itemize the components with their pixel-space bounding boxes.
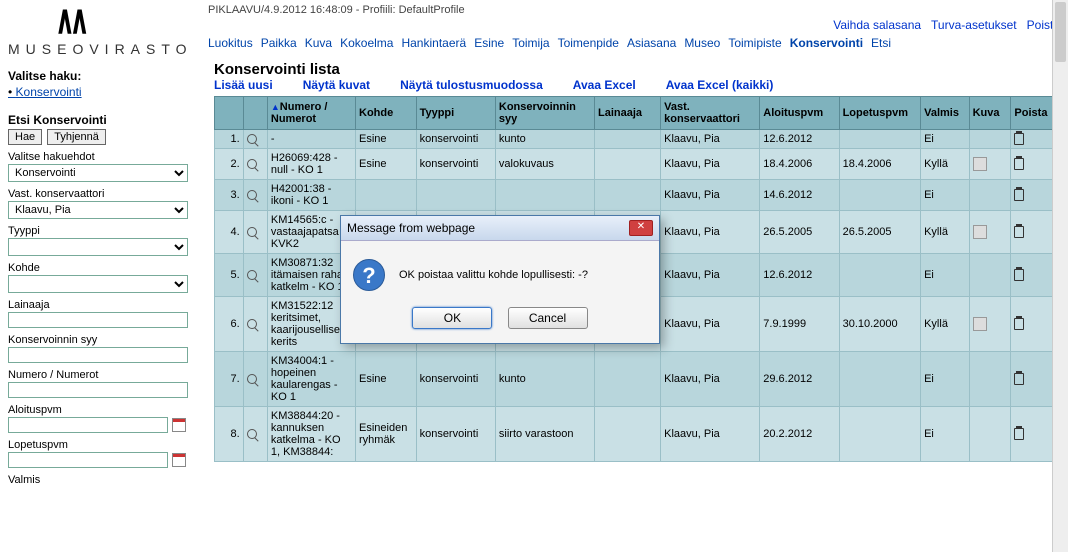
question-icon: ?: [353, 259, 385, 291]
confirm-dialog: Message from webpage ✕ ? OK poistaa vali…: [340, 215, 660, 344]
ok-button[interactable]: OK: [412, 307, 492, 329]
dialog-overlay: Message from webpage ✕ ? OK poistaa vali…: [0, 0, 1068, 552]
dialog-title: Message from webpage: [347, 221, 475, 235]
dialog-text: OK poistaa valittu kohde lopullisesti: -…: [399, 269, 588, 281]
cancel-button[interactable]: Cancel: [508, 307, 588, 329]
close-icon[interactable]: ✕: [629, 220, 653, 236]
